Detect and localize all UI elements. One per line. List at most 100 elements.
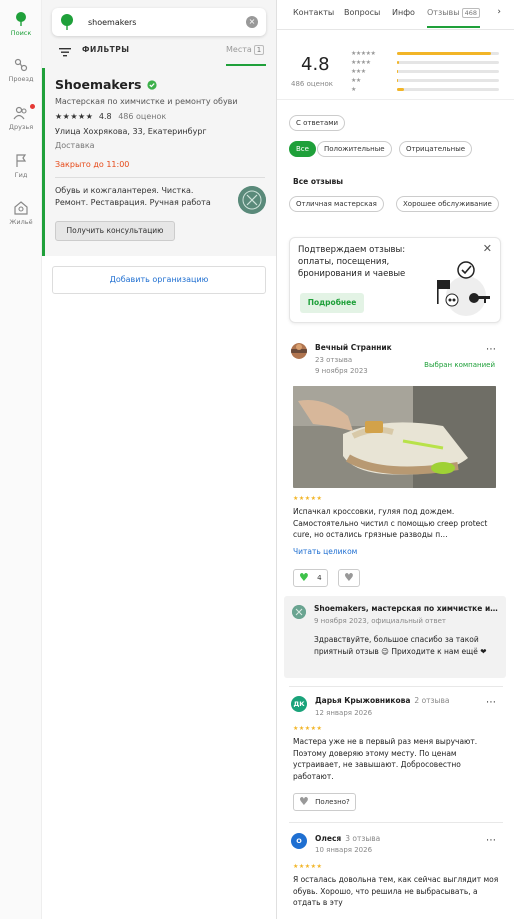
divider	[289, 686, 503, 687]
distribution-bar-fill	[397, 88, 405, 91]
review-author[interactable]: Олеся 3 отзыва	[315, 834, 380, 843]
add-organization-link[interactable]: Добавить организацию	[52, 266, 266, 294]
chosen-by-company-badge: Выбран компанией	[424, 361, 495, 369]
distribution-stars: ★	[351, 86, 356, 93]
org-logo	[238, 186, 266, 214]
heart-filled-icon: ♥	[299, 571, 309, 584]
distribution-stars: ★★★	[351, 68, 366, 75]
filter-negative[interactable]: Отрицательные	[399, 141, 473, 157]
org-description: Мастерская по химчистке и ремонту обуви	[55, 97, 238, 106]
tab-info[interactable]: Инфо	[392, 8, 415, 17]
review-author-name: Дарья Крыжовникова	[315, 696, 411, 705]
filter-with-answers[interactable]: С ответами	[289, 115, 346, 131]
rating-value: 4.8	[301, 54, 330, 75]
read-full-link[interactable]: Читать целиком	[293, 547, 357, 556]
promo-illustration	[437, 261, 490, 316]
search-leaf-icon	[16, 12, 26, 26]
organization-card[interactable]: Shoemakers Мастерская по химчистке и рем…	[42, 68, 276, 256]
filter-all[interactable]: Все	[289, 141, 316, 157]
friends-icon	[13, 106, 27, 120]
review-author[interactable]: Дарья Крыжовникова 2 отзыва	[315, 696, 449, 705]
tab-questions[interactable]: Вопросы	[344, 8, 380, 17]
rail-item-label: Друзья	[8, 123, 34, 131]
reply-text: Здравствуйте, большое спасибо за такой п…	[314, 635, 487, 656]
review-text: Мастера уже не в первый раз меня выручаю…	[293, 737, 478, 781]
company-reply: Shoemakers, мастерская по химчистке и ре…	[284, 596, 506, 678]
divider	[55, 177, 265, 178]
tag-chip-good-service[interactable]: Хорошее обслуживание	[396, 196, 499, 212]
org-reviews-count: 486 оценок	[118, 112, 167, 121]
review-photo[interactable]	[293, 386, 496, 488]
rail-item-guide[interactable]: Гид	[0, 154, 42, 179]
review-author[interactable]: Вечный Странник	[315, 343, 392, 352]
tab-reviews[interactable]: Отзывы 468	[427, 8, 480, 28]
rail-item-search[interactable]: Поиск	[0, 12, 42, 37]
reply-author[interactable]: Shoemakers, мастерская по химчистке и ре…	[314, 604, 500, 613]
distribution-bar	[397, 88, 499, 91]
distribution-bar-fill	[397, 79, 399, 82]
rail-item-label: Проезд	[8, 75, 34, 83]
helpful-button[interactable]: ♥ Полезно?	[293, 793, 356, 811]
promo-text: Подтверждаем отзывы: оплаты, посещения, …	[298, 245, 406, 279]
more-options-icon[interactable]: ⋯	[486, 835, 497, 846]
left-rail: Поиск Проезд Друзья Гид Жильё	[0, 0, 42, 919]
distribution-bar	[397, 70, 499, 73]
verified-reviews-promo: Подтверждаем отзывы: оплаты, посещения, …	[289, 237, 501, 323]
org-delivery: Доставка	[55, 141, 95, 150]
org-hours: Закрыто до 11:00	[55, 160, 130, 169]
more-options-icon[interactable]: ⋯	[486, 697, 497, 708]
tab-reviews-count: 468	[461, 8, 480, 18]
review-stars: ★★★★★	[293, 495, 323, 502]
review-date: 12 января 2026	[315, 709, 373, 717]
org-rating: 4.8	[98, 112, 112, 121]
org-tabs: Контакты Вопросы Инфо Отзывы 468 ›	[277, 0, 514, 30]
tag-chip-excellent-workshop[interactable]: Отличная мастерская	[289, 196, 384, 212]
rail-item-label: Поиск	[10, 29, 32, 37]
heart-icon: ♥	[299, 795, 309, 808]
search-input[interactable]	[88, 14, 238, 30]
2gis-logo-icon	[61, 14, 73, 30]
avatar	[291, 343, 307, 359]
all-reviews-label: Все отзывы	[293, 177, 344, 186]
rating-distribution-row: ★★★	[351, 68, 501, 76]
rail-item-housing[interactable]: Жильё	[0, 201, 42, 226]
clear-search-icon[interactable]: ×	[246, 16, 258, 28]
review-stars: ★★★★★	[293, 863, 323, 870]
filter-positive[interactable]: Положительные	[317, 141, 392, 157]
review-date: 9 ноября 2023	[315, 367, 368, 375]
close-icon[interactable]: ✕	[483, 242, 492, 255]
places-label: Места	[226, 45, 252, 54]
housing-icon	[14, 201, 28, 215]
heart-icon: ♥	[344, 571, 354, 584]
rating-summary: 4.8 486 оценок ★★★★★ ★★★★ ★★★ ★★ ★	[277, 38, 514, 100]
tab-contacts[interactable]: Контакты	[293, 8, 334, 17]
org-categories: Обувь и кожгалантерея. Чистка. Ремонт. Р…	[55, 186, 211, 207]
tabs-scroll-right-icon[interactable]: ›	[497, 7, 501, 17]
review-author-count: 3 отзыва	[345, 834, 381, 843]
search-bar[interactable]: ×	[52, 8, 266, 36]
like-button[interactable]: ♥ 4	[293, 569, 328, 587]
verified-badge-icon	[147, 80, 157, 90]
route-icon	[14, 58, 28, 72]
promo-more-button[interactable]: Подробнее	[300, 293, 364, 313]
org-name[interactable]: Shoemakers	[55, 77, 142, 92]
rail-item-label: Гид	[14, 171, 28, 179]
rail-item-route[interactable]: Проезд	[0, 58, 42, 83]
favorite-button[interactable]: ♥	[338, 569, 360, 587]
filters-button[interactable]: ФИЛЬТРЫ	[82, 45, 130, 54]
filters-icon[interactable]	[58, 46, 72, 58]
tab-places[interactable]: Места 1	[226, 40, 266, 66]
avatar: О	[291, 833, 307, 849]
filters-row: ФИЛЬТРЫ Места 1	[52, 40, 266, 66]
tab-reviews-label: Отзывы	[427, 8, 460, 17]
places-count: 1	[253, 45, 265, 55]
get-consultation-button[interactable]: Получить консультацию	[55, 221, 175, 241]
distribution-bar-fill	[397, 52, 491, 55]
rail-item-friends[interactable]: Друзья	[0, 104, 42, 131]
distribution-stars: ★★	[351, 77, 361, 84]
reply-date: 9 ноября 2023, официальный ответ	[314, 617, 446, 625]
guide-flag-icon	[16, 154, 27, 167]
more-options-icon[interactable]: ⋯	[486, 344, 497, 355]
rating-distribution-row: ★★★★★	[351, 50, 501, 58]
distribution-stars: ★★★★	[351, 59, 371, 66]
